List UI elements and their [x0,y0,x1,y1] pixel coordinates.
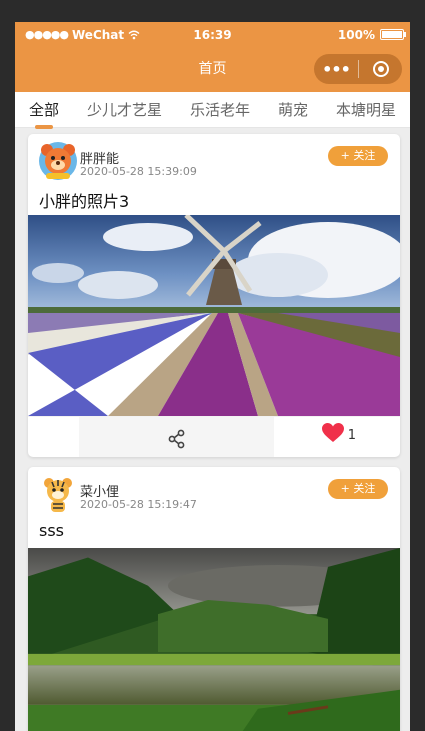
bear-avatar-icon[interactable] [38,141,78,181]
tab-kids-talent[interactable]: 少儿才艺星 [85,99,164,120]
post-card: 胖胖能 2020-05-28 15:39:09 + 关注 小胖的照片3 1 [28,134,400,457]
like-button[interactable]: 1 [321,423,356,443]
post-time: 2020-05-28 15:39:09 [80,165,197,178]
nav-bar: 首页 ••• [15,47,410,92]
follow-button[interactable]: + 关注 [328,146,388,166]
close-circle-icon [372,61,389,77]
phone-screen: ●●●●● WeChat 16:39 100% 首页 ••• 全部 少儿才艺星 … [15,22,410,731]
heart-icon [321,423,344,442]
post-time: 2020-05-28 15:19:47 [80,498,197,511]
battery-area: 100% [337,27,406,42]
forest-lake-photo[interactable] [28,548,400,731]
signal-icon: ●●●●● [25,28,69,41]
miniprogram-capsule: ••• [314,54,402,84]
follow-button[interactable]: + 关注 [328,479,388,499]
tab-local-stars[interactable]: 本塘明星 [334,99,398,120]
tab-seniors[interactable]: 乐活老年 [188,99,252,120]
windmill-photo[interactable] [28,215,400,416]
share-icon [168,429,184,449]
tiger-avatar-icon[interactable] [38,474,78,514]
post-header: 菜小俚 2020-05-28 15:19:47 + 关注 [28,467,400,517]
battery-icon [380,29,406,40]
post-header: 胖胖能 2020-05-28 15:39:09 + 关注 [28,134,400,184]
wifi-icon [128,30,140,39]
post-feed: 胖胖能 2020-05-28 15:39:09 + 关注 小胖的照片3 1 菜小… [15,128,410,731]
signal-carrier: ●●●●● WeChat [25,28,140,42]
post-card: 菜小俚 2020-05-28 15:19:47 + 关注 sss [28,467,400,731]
carrier-name: WeChat [72,27,125,42]
more-icon[interactable]: ••• [314,60,358,79]
share-button[interactable] [79,417,274,457]
post-title: sss [39,521,65,540]
close-miniprogram-button[interactable] [359,61,402,77]
status-bar: ●●●●● WeChat 16:39 100% [15,22,410,47]
category-tabs: 全部 少儿才艺星 乐活老年 萌宠 本塘明星 [15,92,410,129]
battery-percent: 100% [337,27,375,42]
tab-pets[interactable]: 萌宠 [276,99,310,120]
post-title: 小胖的照片3 [39,192,130,211]
post-actions: 1 [28,416,400,457]
tab-all[interactable]: 全部 [27,99,61,129]
like-count: 1 [347,427,356,443]
